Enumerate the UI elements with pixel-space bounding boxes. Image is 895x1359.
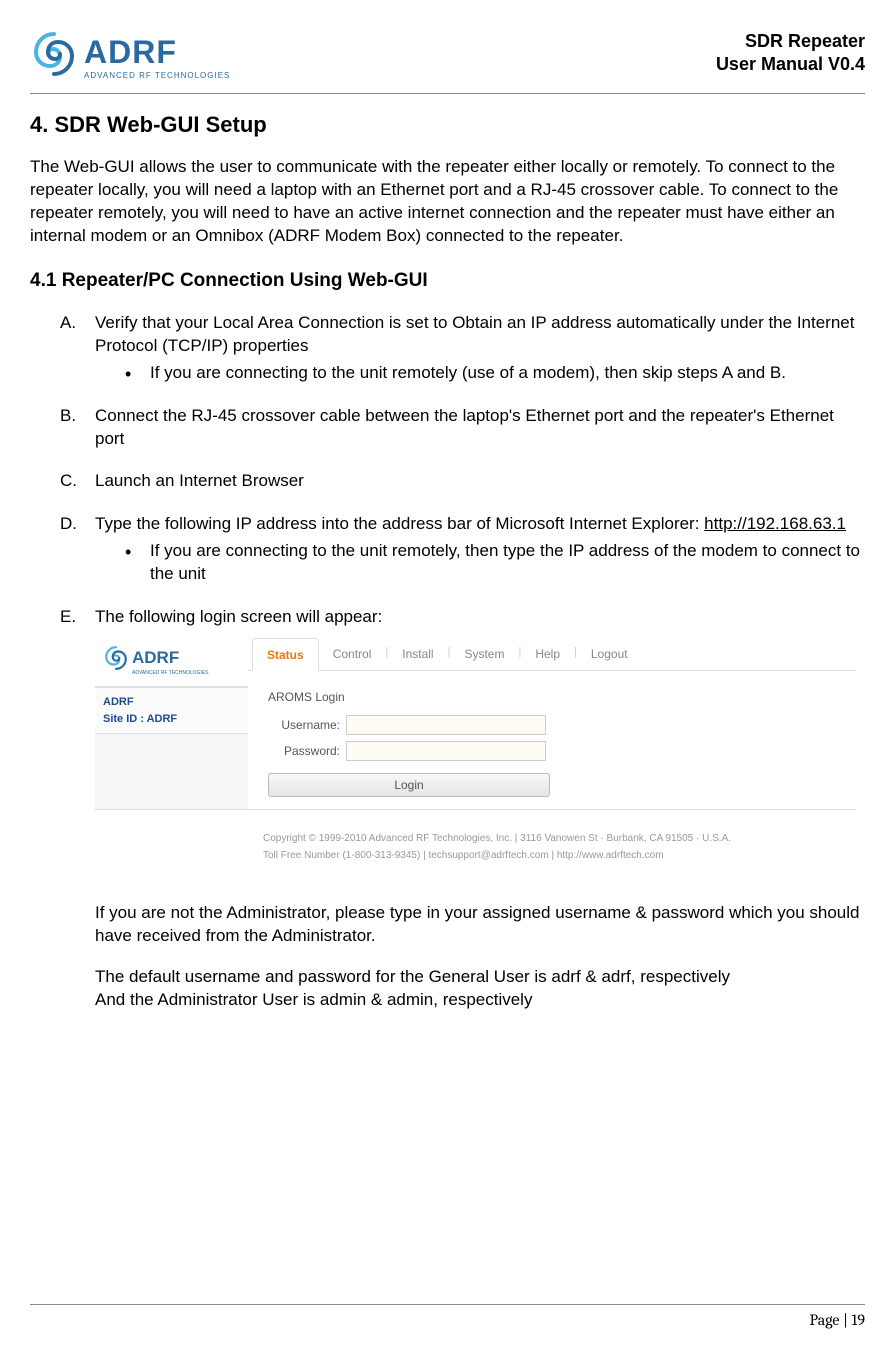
username-label: Username:: [268, 717, 346, 733]
tab-system[interactable]: System: [450, 638, 518, 670]
step-e-text: The following login screen will appear:: [95, 607, 382, 626]
logo-block: ADRF ADVANCED RF TECHNOLOGIES: [30, 30, 230, 83]
logo-text-main: ADRF: [84, 34, 230, 71]
step-d-text-pre: Type the following IP address into the a…: [95, 514, 704, 533]
page-number: Page | 19: [30, 1311, 865, 1329]
step-c-marker: C.: [60, 470, 77, 493]
login-form-title: AROMS Login: [268, 689, 835, 705]
step-a-marker: A.: [60, 312, 76, 335]
step-d-marker: D.: [60, 513, 77, 536]
step-a-sub: If you are connecting to the unit remote…: [125, 362, 865, 385]
step-d-link: http://192.168.63.1: [704, 514, 846, 533]
screenshot-logo: ADRF ADVANCED RF TECHNOLOGIES: [95, 635, 248, 687]
step-c: C. Launch an Internet Browser: [60, 470, 865, 493]
screenshot-logo-sub: ADVANCED RF TECHNOLOGIES: [132, 670, 209, 677]
login-button[interactable]: Login: [268, 773, 550, 797]
section-title: 4. SDR Web-GUI Setup: [30, 112, 865, 138]
page-footer: Page | 19: [30, 1304, 865, 1329]
page-header: ADRF ADVANCED RF TECHNOLOGIES SDR Repeat…: [30, 30, 865, 83]
header-title: SDR Repeater User Manual V0.4: [716, 30, 865, 77]
after-screenshot-text: If you are not the Administrator, please…: [30, 902, 865, 1012]
screenshot-logo-text: ADRF: [132, 647, 209, 670]
step-e: E. The following login screen will appea…: [60, 606, 865, 882]
header-title-line1: SDR Repeater: [716, 30, 865, 53]
step-a-text: Verify that your Local Area Connection i…: [95, 313, 854, 355]
screenshot-footer: Copyright © 1999-2010 Advanced RF Techno…: [95, 810, 855, 882]
username-input[interactable]: [346, 715, 546, 735]
header-title-line2: User Manual V0.4: [716, 53, 865, 76]
step-b-marker: B.: [60, 405, 76, 428]
screenshot-footer-line1: Copyright © 1999-2010 Advanced RF Techno…: [263, 830, 835, 847]
after-p1: If you are not the Administrator, please…: [95, 902, 865, 948]
tab-status[interactable]: Status: [252, 638, 319, 671]
step-d-sub: If you are connecting to the unit remote…: [125, 540, 865, 586]
steps-list: A. Verify that your Local Area Connectio…: [30, 312, 865, 883]
screenshot-footer-line2: Toll Free Number (1-800-313-9345) | tech…: [263, 847, 835, 864]
tab-logout[interactable]: Logout: [577, 638, 642, 670]
step-d: D. Type the following IP address into th…: [60, 513, 865, 586]
after-p2: The default username and password for th…: [95, 966, 865, 989]
step-c-text: Launch an Internet Browser: [95, 471, 304, 490]
step-b: B. Connect the RJ-45 crossover cable bet…: [60, 405, 865, 451]
step-b-text: Connect the RJ-45 crossover cable betwee…: [95, 406, 834, 448]
logo-text-sub: ADVANCED RF TECHNOLOGIES: [84, 71, 230, 80]
footer-divider: [30, 1304, 865, 1305]
header-divider: [30, 93, 865, 94]
screenshot-site-info: ADRF Site ID : ADRF: [95, 687, 248, 734]
tab-help[interactable]: Help: [521, 638, 574, 670]
screenshot-sidebar: ADRF ADVANCED RF TECHNOLOGIES ADRF Site …: [95, 635, 248, 809]
adrf-swirl-icon: [103, 645, 129, 678]
step-a: A. Verify that your Local Area Connectio…: [60, 312, 865, 385]
step-e-marker: E.: [60, 606, 76, 629]
password-input[interactable]: [346, 741, 546, 761]
password-label: Password:: [268, 743, 346, 759]
subsection-heading: 4.1 Repeater/PC Connection Using Web-GUI: [30, 270, 865, 292]
after-p3: And the Administrator User is admin & ad…: [95, 989, 865, 1012]
login-screenshot: ADRF ADVANCED RF TECHNOLOGIES ADRF Site …: [95, 635, 855, 882]
screenshot-site-line1: ADRF: [103, 694, 240, 711]
adrf-swirl-icon: [30, 30, 78, 83]
tab-install[interactable]: Install: [388, 638, 447, 670]
intro-paragraph: The Web-GUI allows the user to communica…: [30, 156, 865, 248]
screenshot-tabs: Status Control | Install | System | Help…: [248, 635, 855, 671]
screenshot-site-line2: Site ID : ADRF: [103, 711, 240, 728]
tab-control[interactable]: Control: [319, 638, 386, 670]
